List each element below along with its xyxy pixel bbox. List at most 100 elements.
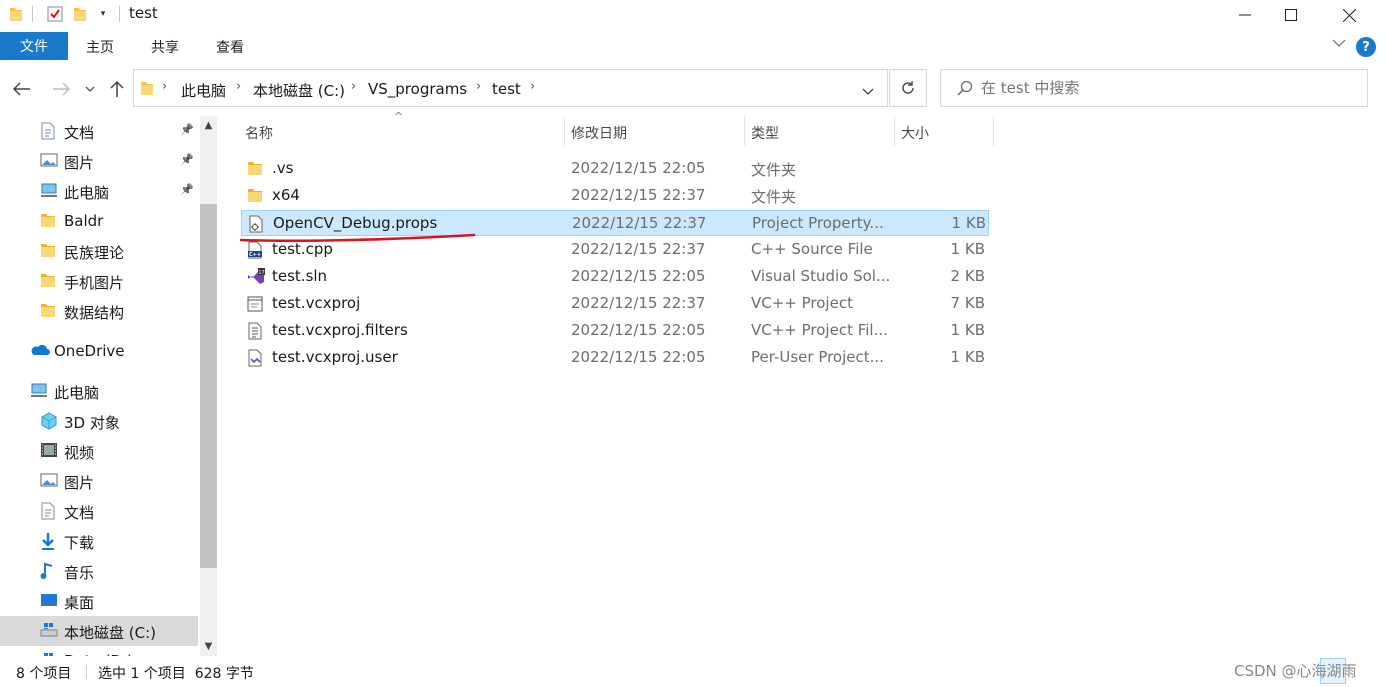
sidebar-item[interactable]: 文档 📌: [0, 116, 198, 146]
minimize-button[interactable]: [1222, 0, 1268, 30]
red-underline-annotation: [239, 233, 476, 243]
onedrive-icon: [30, 342, 50, 360]
divider: [564, 116, 565, 146]
file-row[interactable]: 17 test.sln 2022/12/15 22:05 Visual Studio …: [241, 264, 989, 290]
file-modified: 2022/12/15 22:05: [571, 348, 706, 366]
chevron-right-icon[interactable]: ›: [476, 79, 481, 94]
chevron-right-icon[interactable]: ›: [162, 79, 167, 94]
window-title: test: [129, 4, 158, 22]
file-type: Project Property...: [752, 214, 884, 232]
chevron-right-icon[interactable]: ›: [236, 79, 241, 94]
sidebar-item[interactable]: 手机图片: [0, 266, 198, 296]
back-arrow-icon: [13, 82, 30, 96]
downloads-icon: [40, 532, 58, 550]
desktop-icon: [40, 592, 58, 610]
maximize-button[interactable]: [1268, 0, 1314, 30]
scrollbar-thumb[interactable]: [200, 204, 217, 568]
breadcrumb-test[interactable]: test: [492, 80, 521, 98]
sidebar-item[interactable]: 数据结构: [0, 296, 198, 326]
title-bar: ▾ test: [0, 0, 1386, 30]
expand-ribbon-icon[interactable]: [1332, 36, 1346, 52]
sidebar-item[interactable]: 3D 对象: [0, 406, 198, 436]
file-size: 1 KB: [950, 348, 985, 366]
refresh-button[interactable]: [889, 69, 927, 107]
sidebar-item-label: 图片: [64, 154, 95, 172]
file-row[interactable]: test.vcxproj.filters 2022/12/15 22:05 VC++…: [241, 318, 989, 344]
scroll-up-icon[interactable]: ▲: [200, 117, 217, 134]
divider: [32, 6, 33, 22]
properties-icon[interactable]: [46, 5, 64, 23]
recent-locations-button[interactable]: [82, 78, 98, 100]
chevron-down-icon: [862, 88, 874, 95]
sln-file-icon: 17: [247, 268, 265, 286]
folder-icon: [40, 212, 58, 230]
3d-objects-icon: [40, 412, 58, 430]
new-folder-icon[interactable]: [72, 5, 88, 23]
sidebar-item[interactable]: 视频: [0, 436, 198, 466]
address-history-dropdown[interactable]: [862, 84, 874, 100]
column-header-size[interactable]: 大小: [901, 123, 929, 143]
help-icon[interactable]: ?: [1356, 37, 1376, 57]
sidebar-item[interactable]: 此电脑 📌: [0, 176, 198, 206]
file-row[interactable]: test.vcxproj.user 2022/12/15 22:05 Per-Use…: [241, 345, 989, 371]
file-row[interactable]: .vs 2022/12/15 22:05 文件夹: [241, 156, 989, 182]
sidebar-item[interactable]: Baldr: [0, 206, 198, 236]
minimize-icon: [1239, 14, 1251, 16]
scroll-down-icon[interactable]: ▼: [200, 638, 217, 655]
sidebar-item[interactable]: 桌面: [0, 586, 198, 616]
search-input[interactable]: [981, 78, 1351, 98]
tab-file[interactable]: 文件: [0, 32, 68, 60]
sidebar-item[interactable]: 下载: [0, 526, 198, 556]
sidebar-item[interactable]: 民族理论: [0, 236, 198, 266]
folder-icon: [247, 160, 265, 178]
file-row[interactable]: x64 2022/12/15 22:37 文件夹: [241, 183, 989, 209]
breadcrumb-this-pc[interactable]: 此电脑: [181, 80, 226, 101]
drive-icon: [40, 622, 58, 640]
status-bar: 8 个项目 选中 1 个项目 628 字节: [0, 656, 1386, 687]
column-header-type[interactable]: 类型: [751, 123, 779, 143]
tab-share[interactable]: 共享: [151, 37, 179, 57]
sidebar-item[interactable]: 音乐: [0, 556, 198, 586]
pin-icon: 📌: [180, 123, 194, 136]
divider: [993, 116, 994, 146]
close-icon: [1342, 8, 1356, 22]
file-type: Per-User Project...: [751, 348, 884, 366]
back-button[interactable]: [11, 78, 33, 100]
folder-icon: [247, 187, 265, 205]
folder-icon: [40, 242, 58, 260]
sidebar-item[interactable]: Data (D:): [0, 646, 198, 656]
sidebar-item-label: 视频: [64, 444, 95, 462]
column-header-name[interactable]: 名称: [245, 123, 273, 143]
up-button[interactable]: [106, 78, 128, 100]
customize-qat-icon[interactable]: ▾: [96, 5, 110, 23]
sidebar-item[interactable]: 此电脑: [0, 376, 198, 406]
pictures-icon: [40, 152, 58, 170]
file-type: Visual Studio Sol...: [751, 267, 891, 285]
up-arrow-icon: [110, 80, 124, 97]
sidebar-item[interactable]: 图片: [0, 466, 198, 496]
file-name: test.sln: [272, 267, 328, 285]
column-header-modified[interactable]: 修改日期: [571, 123, 627, 143]
file-size: 1 KB: [950, 240, 985, 258]
breadcrumb-vs-programs[interactable]: VS_programs: [368, 80, 467, 98]
chevron-right-icon[interactable]: ›: [530, 79, 535, 94]
file-name: .vs: [272, 159, 294, 177]
sidebar-item[interactable]: 图片 📌: [0, 146, 198, 176]
close-button[interactable]: [1326, 0, 1372, 30]
file-type: 文件夹: [751, 188, 797, 206]
sidebar-item[interactable]: OneDrive: [0, 336, 198, 366]
address-bar[interactable]: › 此电脑 › 本地磁盘 (C:) › VS_programs › test ›: [133, 69, 888, 107]
breadcrumb-local-disk[interactable]: 本地磁盘 (C:): [253, 80, 345, 101]
file-type: VC++ Project Fil...: [751, 321, 888, 339]
sidebar-item[interactable]: 本地磁盘 (C:): [0, 616, 198, 646]
pin-icon: 📌: [180, 183, 194, 196]
search-box[interactable]: [940, 69, 1368, 107]
sidebar-item[interactable]: 文档: [0, 496, 198, 526]
file-row[interactable]: test.vcxproj 2022/12/15 22:37 VC++ Project…: [241, 291, 989, 317]
file-modified: 2022/12/15 22:37: [572, 214, 707, 232]
videos-icon: [40, 442, 58, 460]
tab-home[interactable]: 主页: [86, 37, 114, 57]
forward-button[interactable]: [50, 78, 72, 100]
chevron-right-icon[interactable]: ›: [351, 79, 356, 94]
tab-view[interactable]: 查看: [216, 37, 244, 57]
